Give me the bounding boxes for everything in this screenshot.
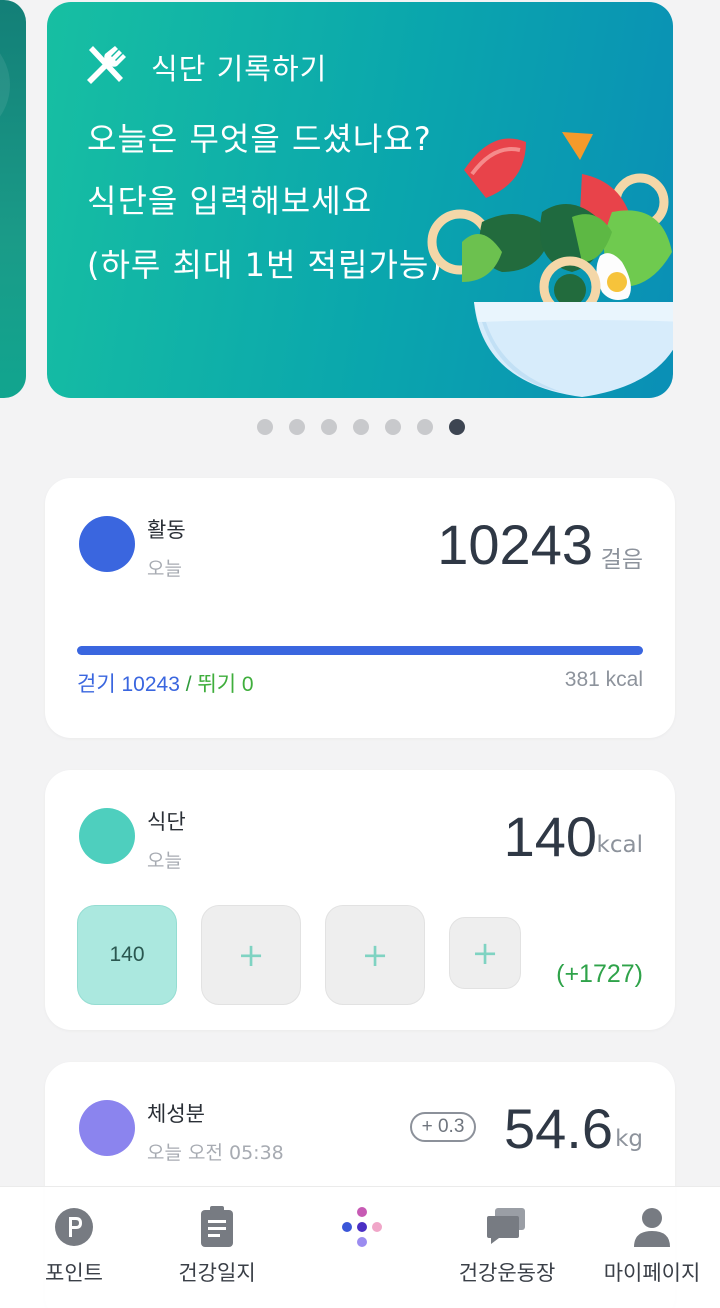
weight-value: 54.6 xyxy=(504,1097,613,1160)
carousel-page-indicator xyxy=(0,419,720,435)
tab-label: 마이페이지 xyxy=(603,1261,701,1285)
step-unit: 걸음 xyxy=(600,547,643,573)
diet-kcal-unit: kcal xyxy=(596,832,643,858)
step-count: 10243 xyxy=(437,513,593,576)
banner-line-2: 식단을 입력해보세요 xyxy=(87,182,373,220)
diet-label: 식단 xyxy=(147,810,186,834)
tab-label: 포인트 xyxy=(45,1261,103,1285)
body-color-dot xyxy=(79,1100,135,1156)
activity-color-dot xyxy=(79,516,135,572)
run-steps: 뛰기 0 xyxy=(197,673,254,696)
tab-health-playground[interactable]: 건강운동장 xyxy=(452,1187,562,1308)
salad-bowl-illustration xyxy=(427,132,673,397)
diet-card[interactable]: 식단 오늘 140 kcal 140 + + + (+1727) xyxy=(45,770,675,1030)
tab-label: 건강일지 xyxy=(178,1261,256,1285)
activity-progress-bar xyxy=(77,646,643,655)
activity-label: 활동 xyxy=(147,518,186,542)
activity-kcal: 381 kcal xyxy=(564,668,643,691)
point-icon xyxy=(54,1205,94,1249)
banner-line-1: 오늘은 무엇을 드셨나요? xyxy=(87,120,432,158)
weight-change-badge: + 0.3 xyxy=(410,1112,476,1142)
diet-date: 오늘 xyxy=(147,850,182,872)
banner-title: 식단 기록하기 xyxy=(151,52,328,86)
page-dot-active[interactable] xyxy=(448,419,465,435)
tab-dots-menu[interactable] xyxy=(330,1187,394,1308)
diet-color-dot xyxy=(79,808,135,864)
tab-label: 건강운동장 xyxy=(458,1261,556,1285)
page-dot[interactable] xyxy=(320,419,337,435)
activity-date: 오늘 xyxy=(147,558,182,580)
meal-slot-add-button[interactable]: + xyxy=(201,905,301,1005)
page-dot[interactable] xyxy=(384,419,401,435)
walk-run-separator: / xyxy=(179,673,198,696)
tab-health-diary[interactable]: 건강일지 xyxy=(172,1187,262,1308)
previous-banner-card[interactable] xyxy=(0,0,26,398)
clipboard-icon xyxy=(199,1205,235,1249)
bottom-tab-bar: 포인트 건강일지 건강운동장 마이페이지 xyxy=(0,1186,720,1308)
page-dot[interactable] xyxy=(352,419,369,435)
diet-kcal-value: 140 xyxy=(503,805,597,868)
body-composition-time: 오늘 오전 05:38 xyxy=(147,1142,284,1164)
person-icon xyxy=(632,1205,672,1249)
walk-steps: 걷기 10243 xyxy=(77,673,180,696)
page-dot[interactable] xyxy=(288,419,305,435)
meal-slot-breakfast[interactable]: 140 xyxy=(77,905,177,1005)
body-composition-label: 체성분 xyxy=(147,1102,205,1126)
activity-card[interactable]: 활동 오늘 10243 걸음 걷기 10243 / 뛰기 0 381 kcal xyxy=(45,478,675,738)
chat-icon xyxy=(487,1205,527,1249)
diet-record-banner[interactable]: 식단 기록하기 오늘은 무엇을 드셨나요? 식단을 입력해보세요 (하루 최대 … xyxy=(47,2,673,398)
diet-calorie-difference: (+1727) xyxy=(556,960,643,988)
banner-carousel[interactable]: 식단 기록하기 오늘은 무엇을 드셨나요? 식단을 입력해보세요 (하루 최대 … xyxy=(0,0,720,450)
dots-menu-icon xyxy=(337,1205,387,1249)
walk-run-summary: 걷기 10243 / 뛰기 0 xyxy=(77,668,254,698)
banner-line-3: (하루 최대 1번 적립가능) xyxy=(87,246,443,284)
meal-slot-add-button[interactable]: + xyxy=(325,905,425,1005)
page-dot[interactable] xyxy=(256,419,273,435)
fork-knife-icon xyxy=(85,42,131,92)
weight-unit: kg xyxy=(615,1126,643,1152)
tab-my-page[interactable]: 마이페이지 xyxy=(600,1187,704,1308)
page-dot[interactable] xyxy=(416,419,433,435)
snack-slot-add-button[interactable]: + xyxy=(449,917,521,989)
tab-point[interactable]: 포인트 xyxy=(38,1187,110,1308)
